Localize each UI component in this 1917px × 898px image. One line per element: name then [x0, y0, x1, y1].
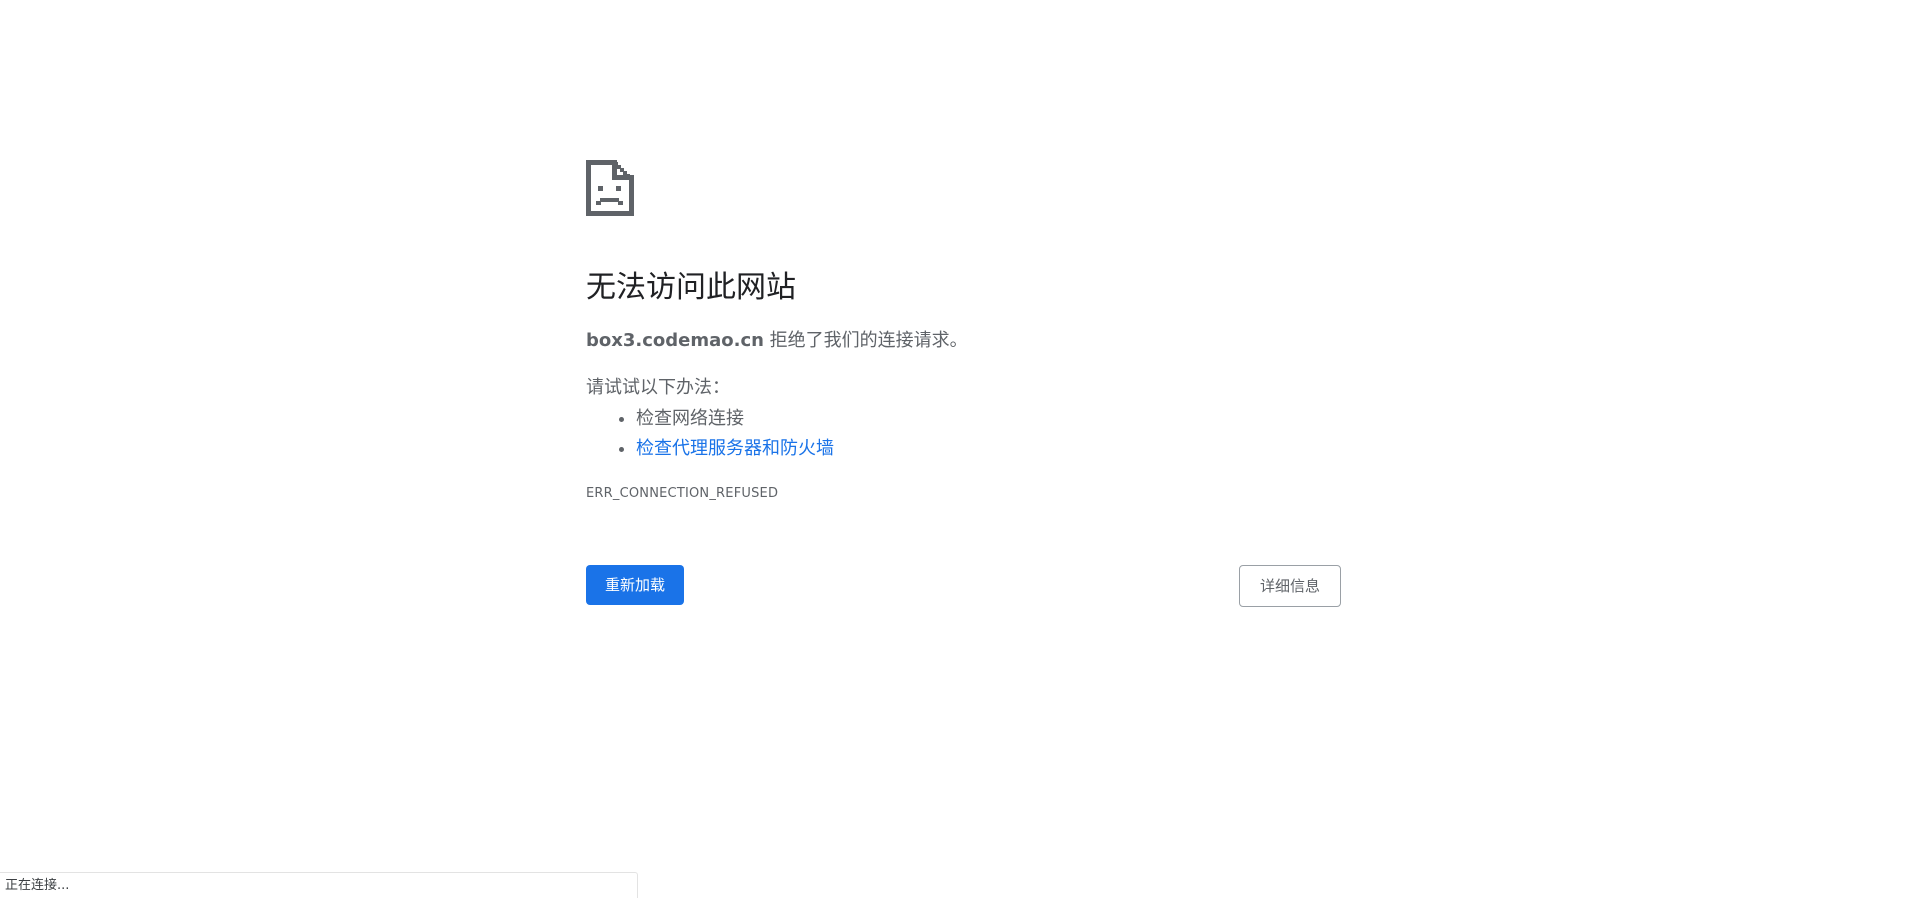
reload-button[interactable]: 重新加载 [586, 564, 685, 605]
error-page: 无法访问此网站 box3.codemao.cn 拒绝了我们的连接请求。 请试试以… [0, 0, 1917, 898]
summary-text: 拒绝了我们的连接请求。 [763, 330, 968, 351]
list-item: 检查代理服务器和防火墙 [636, 434, 1341, 464]
error-code: ERR_CONNECTION_REFUSED [586, 485, 779, 501]
error-content: 无法访问此网站 box3.codemao.cn 拒绝了我们的连接请求。 请试试以… [586, 160, 1341, 609]
suggestions-heading: 请试试以下办法： [586, 377, 730, 399]
list-item: 检查网络连接 [636, 404, 1341, 434]
suggestion-check-proxy-link[interactable]: 检查代理服务器和防火墙 [636, 438, 834, 459]
details-button[interactable]: 详细信息 [1238, 564, 1341, 607]
suggestion-check-network: 检查网络连接 [636, 408, 744, 430]
sad-page-icon [586, 160, 634, 216]
status-bubble: 正在连接... [0, 872, 638, 898]
page-title: 无法访问此网站 [586, 270, 796, 305]
error-summary: box3.codemao.cn 拒绝了我们的连接请求。 [586, 328, 1341, 353]
button-row: 重新加载 详细信息 [586, 564, 1341, 609]
host-name: box3.codemao.cn [586, 330, 764, 351]
suggestions-list: 检查网络连接 检查代理服务器和防火墙 [586, 404, 1341, 463]
